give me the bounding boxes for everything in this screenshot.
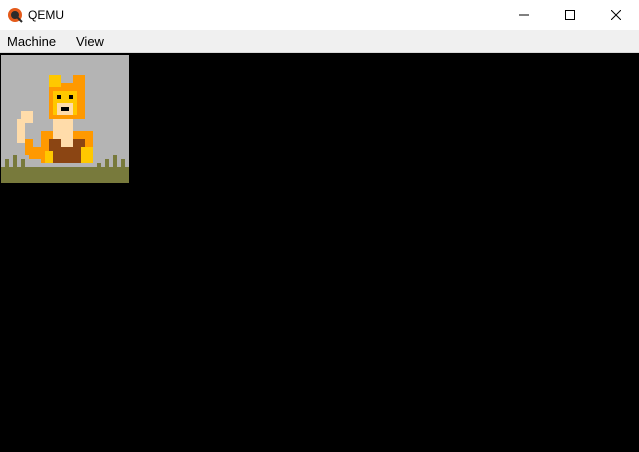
qemu-logo-icon xyxy=(8,8,23,23)
menu-machine[interactable]: Machine xyxy=(7,34,56,49)
minimize-icon xyxy=(519,14,529,16)
close-icon xyxy=(611,10,621,20)
maximize-icon xyxy=(565,10,575,20)
title-bar: QEMU xyxy=(0,0,639,30)
close-button[interactable] xyxy=(593,0,639,30)
fox-pixel-art-image xyxy=(1,55,129,183)
guest-display[interactable] xyxy=(0,53,639,452)
maximize-button[interactable] xyxy=(547,0,593,30)
window-title: QEMU xyxy=(28,8,64,22)
menu-bar: Machine View xyxy=(0,30,639,53)
minimize-button[interactable] xyxy=(501,0,547,30)
menu-view[interactable]: View xyxy=(76,34,104,49)
